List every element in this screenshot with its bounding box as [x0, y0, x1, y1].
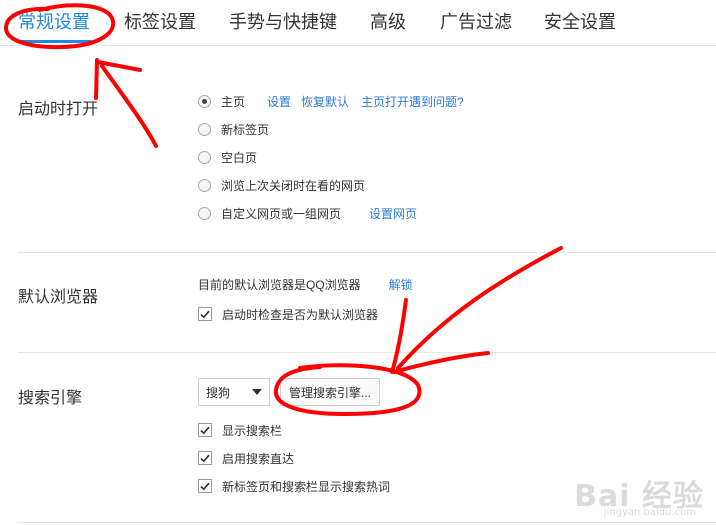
search-direct-option[interactable]: 启用搜索直达 — [198, 447, 294, 469]
radio-button[interactable] — [198, 206, 211, 220]
startup-option-home[interactable]: 主页 设置 恢复默认 主页打开遇到问题? — [198, 90, 464, 112]
default-browser-status-text: 目前的默认浏览器是QQ浏览器 — [198, 277, 361, 292]
restore-default-link[interactable]: 恢复默认 — [301, 93, 349, 110]
annotation-arrow-tab — [94, 58, 158, 148]
startup-option-blank[interactable]: 空白页 — [198, 146, 257, 168]
watermark-url: jingyan.baidu.com — [603, 507, 696, 518]
tab-general[interactable]: 常规设置 — [18, 10, 90, 34]
radio-button[interactable] — [198, 94, 211, 108]
option-label: 主页 — [221, 94, 246, 109]
tab-bar-divider — [0, 45, 716, 46]
home-settings-link[interactable]: 设置 — [267, 93, 291, 110]
annotation-arrow-button — [390, 246, 563, 374]
option-label: 空白页 — [221, 150, 258, 165]
active-tab-indicator — [18, 40, 92, 43]
manage-search-engines-button[interactable]: 管理搜索引擎... — [280, 378, 380, 406]
startup-option-last-session[interactable]: 浏览上次关闭时在看的网页 — [198, 174, 365, 196]
selected-engine-label: 搜狗 — [206, 385, 231, 400]
radio-button[interactable] — [198, 122, 211, 136]
checkmark-icon — [200, 426, 210, 434]
option-label: 浏览上次关闭时在看的网页 — [221, 178, 366, 193]
tab-tabs[interactable]: 标签设置 — [124, 10, 196, 34]
unlock-link[interactable]: 解锁 — [389, 276, 413, 293]
option-label: 启用搜索直达 — [222, 451, 295, 466]
search-engine-section-title: 搜索引擎 — [18, 390, 83, 407]
checkbox[interactable] — [198, 479, 212, 493]
section-divider — [18, 252, 716, 253]
tab-ad-filter[interactable]: 广告过滤 — [440, 10, 512, 34]
search-engine-select[interactable]: 搜狗 — [198, 378, 270, 406]
checkmark-icon — [200, 454, 210, 462]
default-browser-status: 目前的默认浏览器是QQ浏览器 解锁 — [198, 273, 413, 295]
checkbox[interactable] — [198, 451, 212, 465]
chevron-down-icon — [252, 389, 262, 395]
set-pages-link[interactable]: 设置网页 — [369, 205, 417, 222]
checkbox[interactable] — [198, 307, 212, 321]
startup-option-new-tab[interactable]: 新标签页 — [198, 118, 269, 140]
option-label: 自定义网页或一组网页 — [221, 206, 342, 221]
settings-page: 常规设置 标签设置 手势与快捷键 高级 广告过滤 安全设置 启动时打开 主页 设… — [0, 0, 716, 525]
baidu-jingyan-watermark: Bai 经验 jingyan.baidu.com — [540, 465, 710, 521]
settings-tab-bar: 常规设置 标签设置 手势与快捷键 高级 广告过滤 安全设置 — [0, 0, 716, 46]
checkmark-icon — [200, 482, 210, 490]
red-annotation-overlay — [3, 3, 563, 417]
option-label: 新标签页和搜索栏显示搜索热词 — [222, 479, 391, 494]
hot-words-option[interactable]: 新标签页和搜索栏显示搜索热词 — [198, 475, 390, 497]
startup-section-title: 启动时打开 — [18, 101, 99, 118]
radio-button[interactable] — [198, 178, 211, 192]
home-problem-link[interactable]: 主页打开遇到问题? — [361, 93, 464, 110]
tab-gestures-shortcuts[interactable]: 手势与快捷键 — [229, 10, 337, 34]
section-divider — [18, 522, 716, 523]
check-default-browser-option[interactable]: 启动时检查是否为默认浏览器 — [198, 303, 378, 325]
tab-advanced[interactable]: 高级 — [370, 10, 406, 34]
radio-button[interactable] — [198, 150, 211, 164]
option-label: 新标签页 — [221, 122, 270, 137]
checkbox[interactable] — [198, 423, 212, 437]
show-search-bar-option[interactable]: 显示搜索栏 — [198, 419, 282, 441]
startup-option-custom[interactable]: 自定义网页或一组网页 设置网页 — [198, 202, 417, 224]
default-browser-section-title: 默认浏览器 — [18, 289, 99, 306]
tab-security[interactable]: 安全设置 — [544, 10, 616, 34]
option-label: 显示搜索栏 — [222, 423, 283, 438]
checkmark-icon — [200, 310, 210, 318]
section-divider — [18, 352, 716, 353]
option-label: 启动时检查是否为默认浏览器 — [222, 307, 379, 322]
